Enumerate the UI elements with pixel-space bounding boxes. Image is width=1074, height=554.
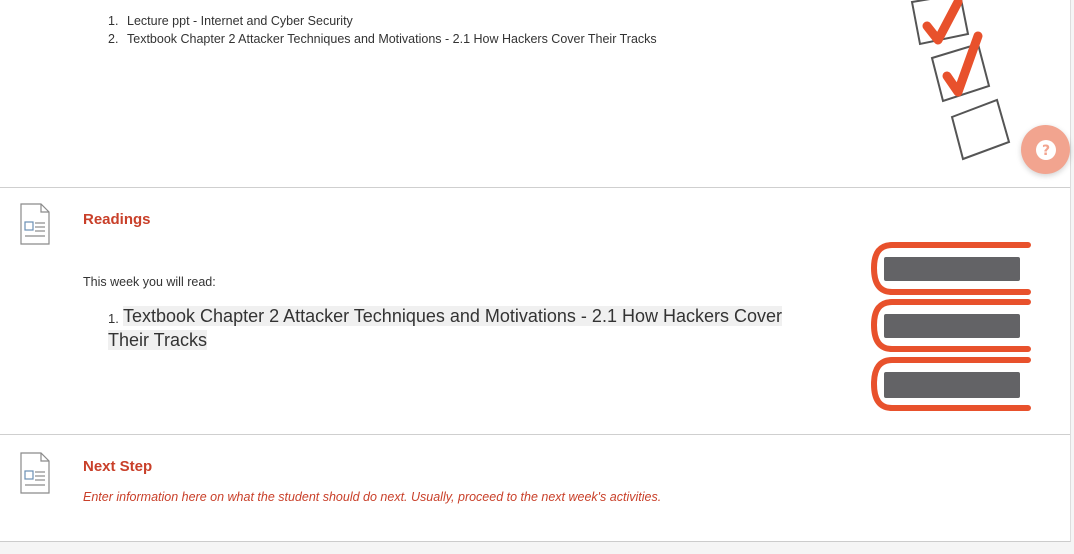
top-resource-list: 1. Lecture ppt - Internet and Cyber Secur… bbox=[108, 12, 657, 48]
readings-list: 1. Textbook Chapter 2 Attacker Technique… bbox=[108, 304, 828, 352]
reading-title-line1: Textbook Chapter 2 Attacker Techniques a… bbox=[123, 306, 782, 326]
question-icon: ? bbox=[1035, 139, 1056, 160]
list-number: 1. bbox=[108, 311, 119, 326]
next-step-text: Enter information here on what the stude… bbox=[83, 490, 662, 504]
svg-text:?: ? bbox=[1041, 143, 1049, 159]
document-icon bbox=[20, 203, 50, 245]
next-step-title: Next Step bbox=[83, 458, 153, 475]
list-number: 2. bbox=[108, 32, 119, 46]
document-icon bbox=[20, 452, 50, 494]
list-item: 1. Lecture ppt - Internet and Cyber Secur… bbox=[108, 12, 657, 30]
help-button[interactable]: ? bbox=[1021, 125, 1070, 174]
books-illustration bbox=[870, 242, 1031, 411]
list-item: 1. Textbook Chapter 2 Attacker Technique… bbox=[108, 304, 828, 352]
list-number: 1. bbox=[108, 14, 119, 28]
content-panel: 1. Lecture ppt - Internet and Cyber Secur… bbox=[0, 0, 1071, 542]
list-item: 2. Textbook Chapter 2 Attacker Techniques… bbox=[108, 30, 657, 48]
readings-intro: This week you will read: bbox=[83, 275, 216, 289]
section-divider bbox=[0, 434, 1070, 435]
section-divider bbox=[0, 187, 1070, 188]
readings-title: Readings bbox=[83, 211, 151, 228]
list-item-text: Textbook Chapter 2 Attacker Techniques a… bbox=[127, 32, 657, 46]
reading-title-line2: Their Tracks bbox=[108, 330, 208, 350]
list-item-text: Lecture ppt - Internet and Cyber Securit… bbox=[127, 14, 353, 28]
checklist-illustration bbox=[910, 0, 1011, 161]
